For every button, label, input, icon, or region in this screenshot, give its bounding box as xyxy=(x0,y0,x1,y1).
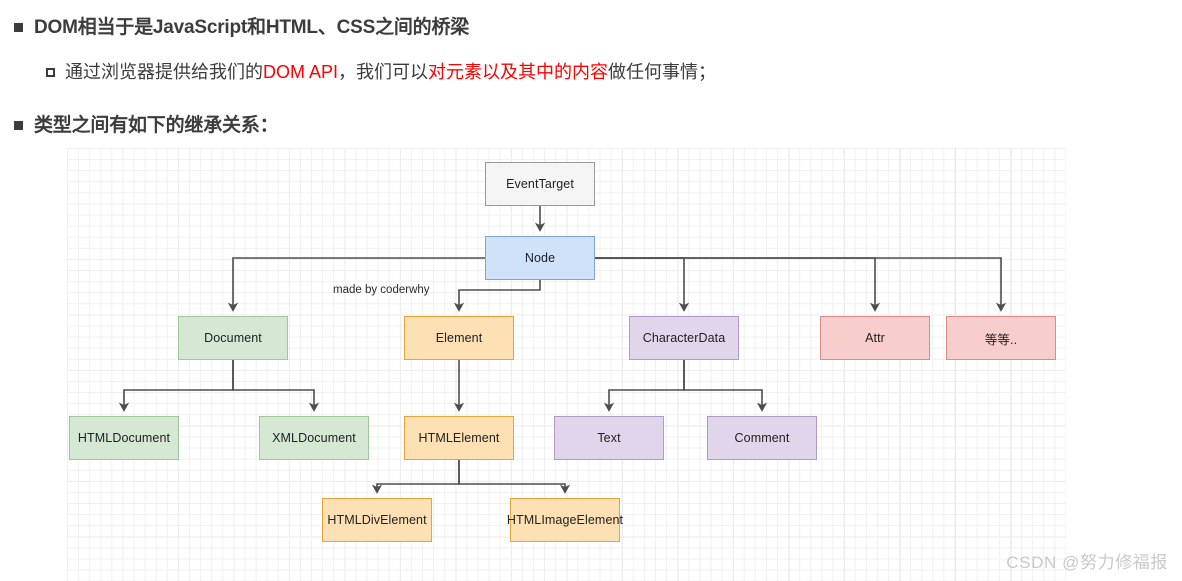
text-segment-2: DOM API xyxy=(263,62,339,82)
diagram-node-document: Document xyxy=(178,316,288,360)
text-segment-1: 类型之间有如下的继承关系： xyxy=(34,115,279,136)
diagram-node-xmldocument: XMLDocument xyxy=(259,416,369,460)
diagram-node-label: Element xyxy=(435,331,483,345)
diagram-node-eventtarget: EventTarget xyxy=(485,162,595,206)
diagram-credit-label: made by coderwhy xyxy=(333,284,430,296)
diagram-node-label: HTMLDocument xyxy=(77,431,171,445)
diagram-node-label: XMLDocument xyxy=(272,431,356,445)
diagram-node-node: Node xyxy=(485,236,595,280)
text-segment-1: 通过浏览器提供给我们的 xyxy=(65,62,263,82)
filled-square-marker xyxy=(14,23,23,32)
csdn-watermark: CSDN @努力修福报 xyxy=(1006,553,1168,572)
diagram-node-comment: Comment xyxy=(707,416,817,460)
diagram-node-label: HTMLElement xyxy=(418,431,500,445)
hollow-square-marker xyxy=(46,68,55,77)
diagram-node-htmlelement: HTMLElement xyxy=(404,416,514,460)
diagram-node-label: HTMLImageElement xyxy=(506,513,624,527)
diagram-node-htmldivelement: HTMLDivElement xyxy=(322,498,432,542)
diagram-node-attr: Attr xyxy=(820,316,930,360)
outline-item-text: DOM相当于是JavaScript和HTML、CSS之间的桥梁 xyxy=(34,12,469,39)
diagram-node-label: EventTarget xyxy=(506,177,574,191)
diagram-node-text: Text xyxy=(554,416,664,460)
diagram-node-htmlimageelement: HTMLImageElement xyxy=(506,498,624,542)
diagram-node-label: CharacterData xyxy=(642,331,726,345)
text-segment-3: ，我们可以 xyxy=(338,62,429,82)
text-segment-5: 做任何事情； xyxy=(608,62,717,82)
diagram-node-htmldocument: HTMLDocument xyxy=(69,416,179,460)
outline-item-1: DOM相当于是JavaScript和HTML、CSS之间的桥梁 xyxy=(14,12,469,39)
diagram-node-label: Attr xyxy=(865,331,885,345)
diagram-node-label: Document xyxy=(204,331,262,345)
diagram-node-label: Node xyxy=(524,251,556,265)
diagram-node-element: Element xyxy=(404,316,514,360)
text-segment-1: DOM相当于是JavaScript和HTML、CSS之间的桥梁 xyxy=(34,17,470,38)
text-segment-4: 对元素以及其中的内容 xyxy=(428,62,609,82)
diagram-node-label: HTMLDivElement xyxy=(327,513,427,527)
inheritance-diagram-canvas: made by coderwhy EventTarget Node Document… xyxy=(67,148,1066,581)
diagram-node-characterdata: CharacterData xyxy=(629,316,739,360)
outline-item-3: 类型之间有如下的继承关系： xyxy=(14,110,279,137)
diagram-node-etc: 等等.. xyxy=(946,316,1056,360)
outline-item-text: 通过浏览器提供给我们的DOM API，我们可以对元素以及其中的内容做任何事情； xyxy=(65,58,716,84)
outline-item-text: 类型之间有如下的继承关系： xyxy=(34,110,279,137)
filled-square-marker xyxy=(14,121,23,130)
diagram-node-label: 等等.. xyxy=(984,332,1018,347)
outline-item-2: 通过浏览器提供给我们的DOM API，我们可以对元素以及其中的内容做任何事情； xyxy=(46,58,716,84)
diagram-node-label: Text xyxy=(597,431,621,445)
diagram-node-label: Comment xyxy=(734,431,790,445)
